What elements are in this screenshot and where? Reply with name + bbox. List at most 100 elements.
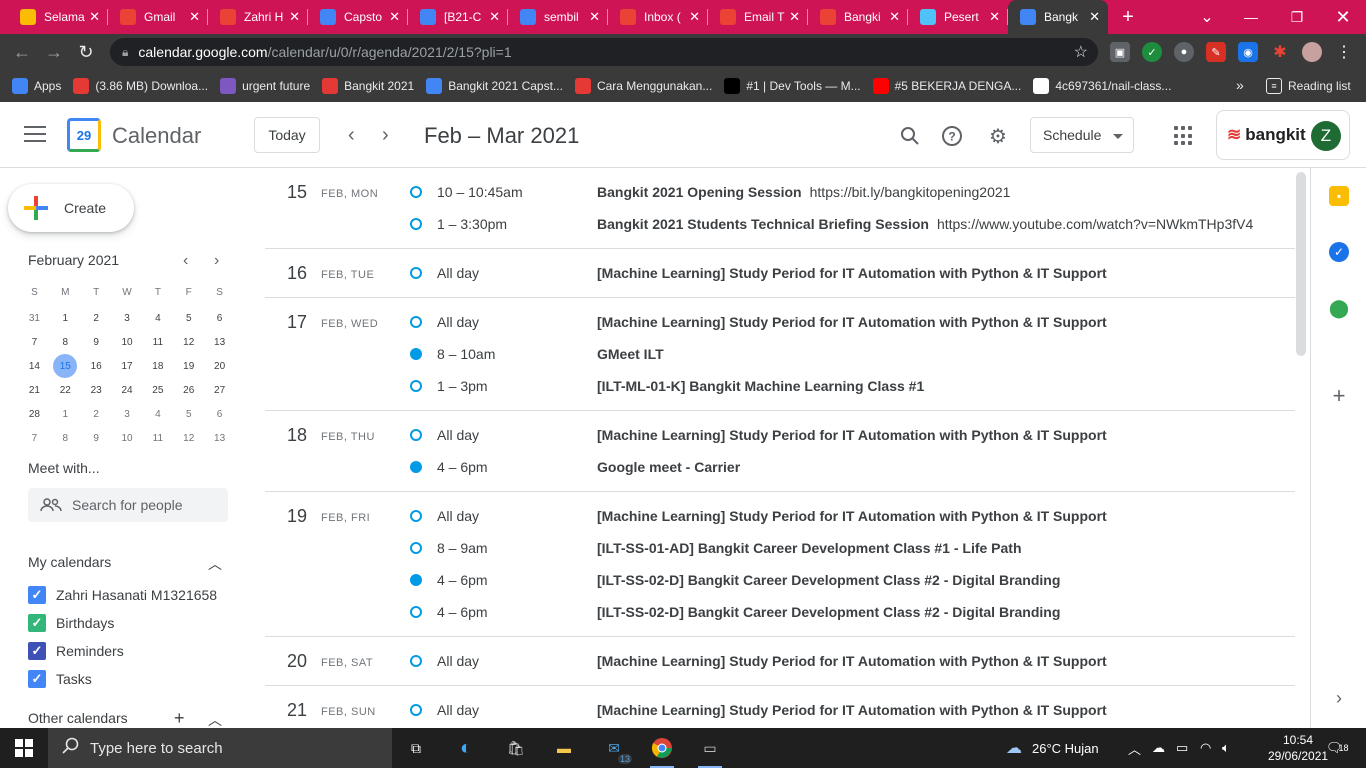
- bookmark-item[interactable]: Bangkit 2021: [322, 78, 414, 94]
- mini-day[interactable]: 22: [50, 378, 81, 402]
- notifications-icon[interactable]: 🗨︎ 18: [1326, 728, 1349, 768]
- agenda-event[interactable]: 1 – 3:30pm Bangkit 2021 Students Technic…: [265, 208, 1295, 240]
- browser-menu-icon[interactable]: ⋮: [1334, 42, 1354, 62]
- my-calendars-heading[interactable]: My calendars: [28, 554, 111, 570]
- agenda-event[interactable]: 4 – 6pm Google meet - Carrier: [265, 451, 1295, 483]
- mini-prev-month-icon[interactable]: ‹: [183, 252, 188, 270]
- maps-icon[interactable]: ⬤: [1329, 298, 1349, 318]
- close-tab-icon[interactable]: ✕: [589, 9, 600, 25]
- mini-day[interactable]: 10: [112, 426, 143, 450]
- mini-day[interactable]: 5: [173, 402, 204, 426]
- app-title[interactable]: Calendar: [112, 123, 201, 149]
- browser-tab[interactable]: Bangk ✕: [1008, 0, 1108, 34]
- close-tab-icon[interactable]: ✕: [789, 9, 800, 25]
- browser-tab[interactable]: Pesert ✕: [908, 0, 1008, 34]
- bookmark-star-icon[interactable]: ☆: [1074, 42, 1088, 62]
- mail-icon[interactable]: ✉ 13: [598, 732, 632, 764]
- windows-start-icon[interactable]: [0, 728, 48, 768]
- mini-day[interactable]: 2: [81, 306, 112, 330]
- calendar-list-item[interactable]: ✓ Birthdays: [28, 614, 114, 632]
- close-tab-icon[interactable]: ✕: [889, 9, 900, 25]
- calendar-logo-icon[interactable]: 29: [67, 118, 101, 152]
- extensions-puzzle-icon[interactable]: ✱: [1270, 42, 1290, 62]
- browser-tab[interactable]: Gmail ✕: [108, 0, 208, 34]
- agenda-event[interactable]: 1 – 3pm [ILT-ML-01-K] Bangkit Machine Le…: [265, 370, 1295, 402]
- agenda-event[interactable]: All day [Machine Learning] Study Period …: [265, 306, 1295, 338]
- tasks-icon[interactable]: ✓: [1329, 242, 1349, 262]
- close-tab-icon[interactable]: ✕: [689, 9, 700, 25]
- calendar-list-item[interactable]: ✓ Reminders: [28, 642, 124, 660]
- get-addons-plus-icon[interactable]: +: [1329, 383, 1349, 408]
- previous-period-icon[interactable]: ‹: [348, 124, 355, 147]
- close-window-button[interactable]: ✕: [1320, 0, 1366, 34]
- agenda-event[interactable]: All day [Machine Learning] Study Period …: [265, 645, 1295, 677]
- url-bar[interactable]: 🔒︎ calendar.google.com/calendar/u/0/r/ag…: [110, 38, 1098, 66]
- mini-day[interactable]: 9: [81, 330, 112, 354]
- bookmark-item[interactable]: 4c697361/nail-class...: [1033, 78, 1171, 94]
- tray-chevron-icon[interactable]: ︿: [1128, 728, 1141, 768]
- today-button[interactable]: Today: [254, 117, 320, 153]
- other-calendars-collapse-icon[interactable]: ︿: [208, 710, 222, 728]
- google-apps-icon[interactable]: [1174, 126, 1194, 146]
- mini-day[interactable]: 11: [142, 330, 173, 354]
- mini-day[interactable]: 10: [112, 330, 143, 354]
- taskbar-search-input[interactable]: Type here to search: [48, 728, 392, 768]
- mini-day[interactable]: 11: [142, 426, 173, 450]
- file-explorer-icon[interactable]: ▬: [548, 732, 580, 764]
- agenda-event[interactable]: All day [Machine Learning] Study Period …: [265, 419, 1295, 451]
- bookmark-item[interactable]: urgent future: [220, 78, 310, 94]
- agenda-event[interactable]: 8 – 9am [ILT-SS-01-AD] Bangkit Career De…: [265, 532, 1295, 564]
- schedule-scrollbar[interactable]: [1296, 172, 1306, 356]
- screen-extension-icon[interactable]: ◉: [1238, 42, 1258, 62]
- mini-next-month-icon[interactable]: ›: [214, 252, 219, 270]
- calendar-checkbox[interactable]: ✓: [28, 614, 46, 632]
- minimize-button[interactable]: —: [1228, 0, 1274, 34]
- mini-day[interactable]: 9: [81, 426, 112, 450]
- create-button[interactable]: Create: [8, 184, 134, 232]
- browser-tab[interactable]: [B21-C ✕: [408, 0, 508, 34]
- more-bookmarks-button[interactable]: »: [1236, 77, 1244, 93]
- agenda-event[interactable]: All day [Machine Learning] Study Period …: [265, 694, 1295, 726]
- reading-list-button[interactable]: ≡ Reading list: [1266, 78, 1351, 94]
- mini-day[interactable]: 24: [112, 378, 143, 402]
- add-calendar-plus-icon[interactable]: +: [174, 708, 185, 728]
- chrome-icon[interactable]: [646, 732, 678, 768]
- back-icon[interactable]: ←: [6, 36, 38, 68]
- browser-tab[interactable]: Inbox (✕: [608, 0, 708, 34]
- mini-day[interactable]: 25: [142, 378, 173, 402]
- mini-day[interactable]: 4: [142, 402, 173, 426]
- browser-tab[interactable]: sembil ✕: [508, 0, 608, 34]
- close-tab-icon[interactable]: ✕: [1089, 9, 1100, 25]
- mini-day[interactable]: 12: [173, 426, 204, 450]
- settings-gear-icon[interactable]: ⚙: [986, 124, 1010, 148]
- mini-day[interactable]: 7: [19, 426, 50, 450]
- mini-day[interactable]: 26: [173, 378, 204, 402]
- agenda-event[interactable]: 10 – 10:45am Bangkit 2021 Opening Sessio…: [265, 176, 1295, 208]
- bookmark-item[interactable]: Cara Menggunakan...: [574, 78, 712, 94]
- tab-search-icon[interactable]: ⌄: [1184, 0, 1230, 34]
- mini-day[interactable]: 1: [50, 402, 81, 426]
- mini-day[interactable]: 13: [204, 426, 235, 450]
- account-switcher[interactable]: ≋ bangkit Z: [1216, 110, 1350, 160]
- volume-icon[interactable]: 🔈︎: [1222, 728, 1230, 768]
- close-tab-icon[interactable]: ✕: [289, 9, 300, 25]
- mini-day[interactable]: 8: [50, 330, 81, 354]
- mini-day[interactable]: 3: [112, 306, 143, 330]
- new-tab-button[interactable]: +: [1108, 0, 1148, 34]
- close-tab-icon[interactable]: ✕: [189, 9, 200, 25]
- bulb-extension-icon[interactable]: ●: [1174, 42, 1194, 62]
- view-selector[interactable]: Schedule: [1030, 117, 1134, 153]
- calendar-list-item[interactable]: ✓ Zahri Hasanati M1321658: [28, 586, 217, 604]
- wifi-icon[interactable]: ◠: [1200, 728, 1211, 768]
- agenda-event[interactable]: 4 – 6pm [ILT-SS-02-D] Bangkit Career Dev…: [265, 564, 1295, 596]
- mini-day[interactable]: 7: [19, 330, 50, 354]
- pdf-extension-icon[interactable]: ✎: [1206, 42, 1226, 62]
- bookmark-item[interactable]: (3.86 MB) Downloa...: [73, 78, 208, 94]
- shield-extension-icon[interactable]: ✓: [1142, 42, 1162, 62]
- mini-day[interactable]: 31: [19, 306, 50, 330]
- keep-icon[interactable]: ▪: [1329, 186, 1349, 206]
- mini-day[interactable]: 23: [81, 378, 112, 402]
- next-period-icon[interactable]: ›: [382, 124, 389, 147]
- mini-day[interactable]: 2: [81, 402, 112, 426]
- battery-icon[interactable]: ▭: [1176, 728, 1188, 768]
